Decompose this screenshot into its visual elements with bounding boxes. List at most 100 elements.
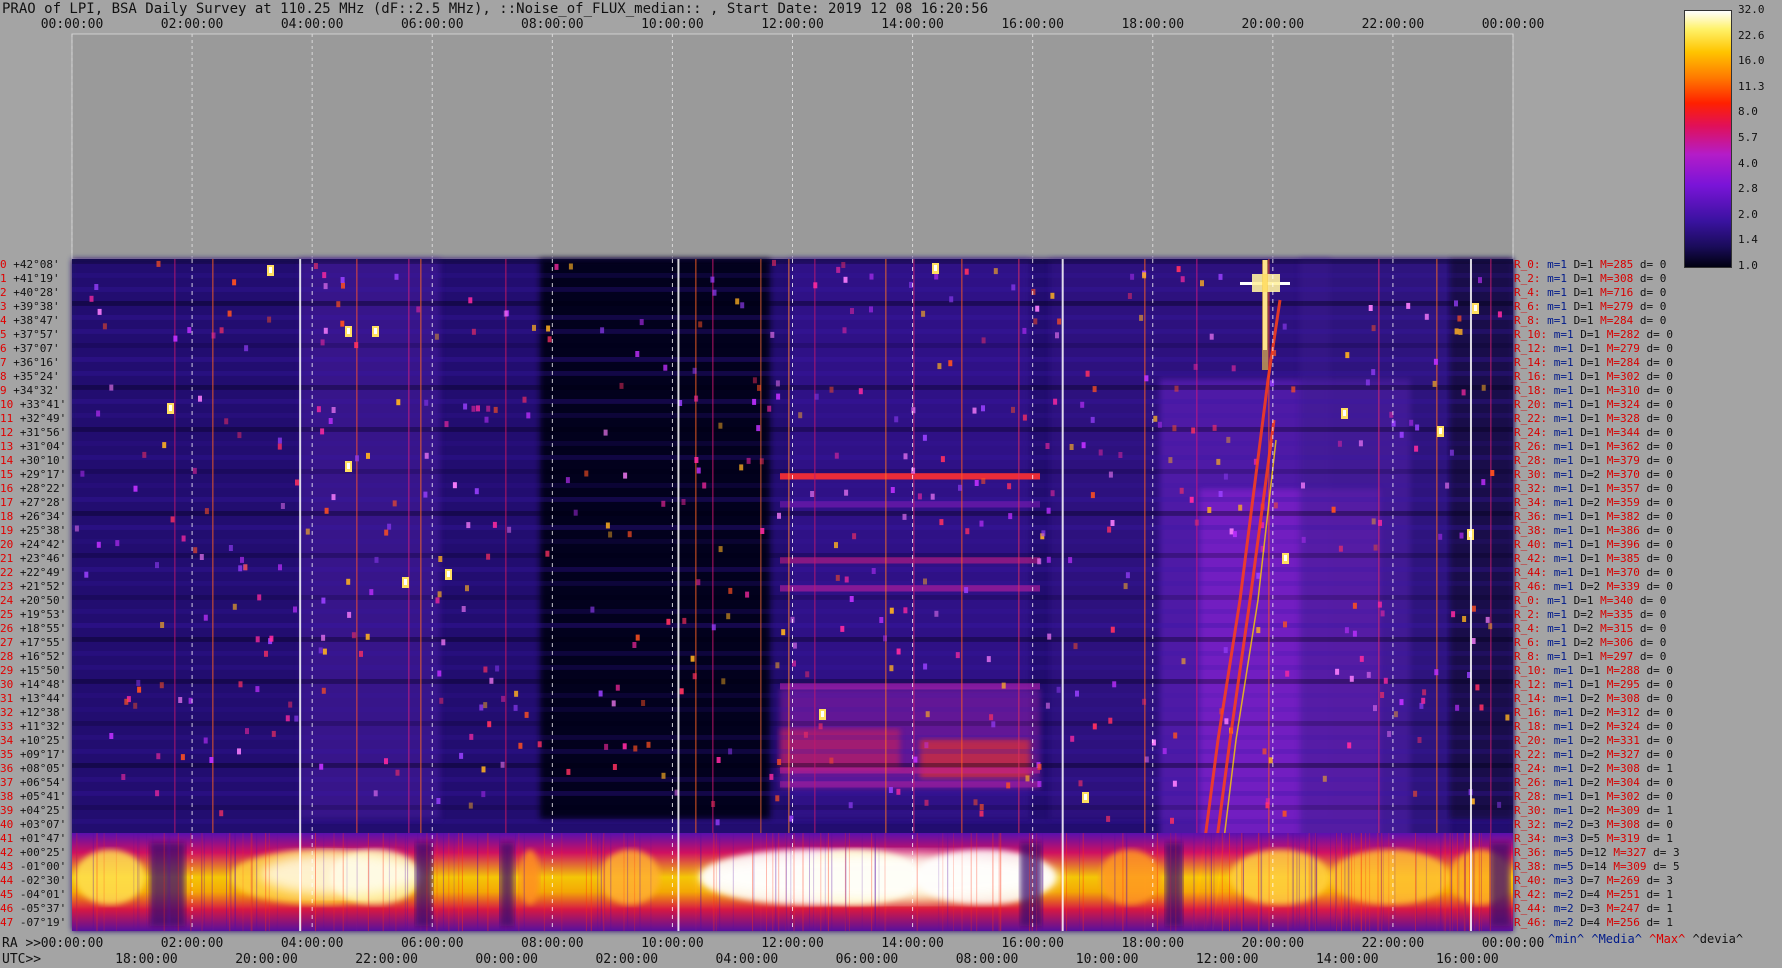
point-source [452, 482, 457, 489]
bright-source-core [821, 711, 824, 717]
dec-row-index: 12 [0, 426, 14, 439]
point-source [359, 650, 363, 657]
stats-row-label: R_30: [1514, 804, 1548, 817]
dec-label: 28 +16°52' [0, 650, 66, 664]
point-source [199, 554, 204, 560]
stats-row: R_22: m=1 D=1 M=328 d= 0 [1514, 412, 1673, 426]
band-texture [861, 833, 863, 931]
band-texture [1241, 833, 1243, 931]
point-source [1046, 556, 1051, 563]
point-source [1125, 572, 1130, 579]
band-texture [715, 833, 717, 931]
point-source [777, 759, 782, 765]
stats-median: D=2 [1573, 692, 1601, 705]
dec-row-index: 7 [0, 356, 7, 369]
dec-label: 46 -05°37' [0, 902, 66, 916]
stats-devia: d= 3 [1639, 874, 1673, 887]
band-texture [163, 833, 165, 931]
point-source [162, 442, 167, 449]
point-source [507, 526, 512, 533]
stats-median: D=1 [1573, 524, 1601, 537]
point-source [1110, 520, 1115, 526]
vertical-streak [1144, 259, 1146, 931]
point-source [387, 523, 392, 530]
point-source [187, 327, 192, 334]
point-source [1337, 440, 1342, 447]
bright-cross-tail [1262, 260, 1268, 370]
point-source [1055, 332, 1059, 339]
point-source [759, 458, 764, 465]
stats-median: D=2 [1573, 468, 1601, 481]
dec-row-index: 24 [0, 594, 14, 607]
point-source [979, 810, 984, 817]
stats-median: D=1 [1567, 594, 1594, 607]
point-source [869, 273, 874, 280]
band-texture [1261, 833, 1263, 931]
stats-max: M=716 [1593, 286, 1634, 299]
stats-row: R_46: m=1 D=2 M=339 d= 0 [1514, 580, 1673, 594]
stats-devia: d= 5 [1646, 860, 1680, 873]
dec-row-index: 31 [0, 692, 14, 705]
band-texture [356, 833, 358, 931]
point-source [702, 482, 707, 489]
point-source [341, 282, 345, 289]
stats-row: R_16: m=1 D=2 M=312 d= 0 [1514, 706, 1673, 720]
point-source [1359, 655, 1364, 662]
dec-row-index: 46 [0, 902, 14, 915]
point-source [696, 579, 701, 586]
stats-median: D=1 [1573, 454, 1601, 467]
dec-value: +16°52' [13, 650, 67, 663]
dec-value: +34°32' [6, 384, 60, 397]
point-source [1218, 273, 1223, 280]
stats-max: M=288 [1600, 664, 1640, 677]
stats-min: m=5 [1547, 860, 1574, 873]
band-texture [700, 833, 702, 931]
point-source [155, 562, 159, 569]
point-source [1458, 328, 1463, 335]
stats-median: D=2 [1567, 622, 1594, 635]
stats-row: R_20: m=1 D=1 M=324 d= 0 [1514, 398, 1673, 412]
point-source [1335, 668, 1340, 675]
stats-devia: d= 0 [1639, 580, 1673, 593]
dec-value: +17°55' [13, 636, 67, 649]
band-texture [604, 833, 606, 931]
stats-row-label: R_26: [1514, 440, 1548, 453]
band-texture [1193, 833, 1195, 931]
band-texture [845, 833, 847, 931]
point-source [479, 704, 484, 711]
utc-axis-tick: 18:00:00 [115, 952, 178, 967]
band-texture [448, 833, 450, 931]
band-texture [1360, 833, 1362, 931]
dec-value: +04°25' [13, 804, 67, 817]
stats-devia: d= 0 [1633, 650, 1667, 663]
point-source [1301, 482, 1305, 489]
point-source [829, 386, 834, 393]
point-source [760, 528, 765, 534]
point-source [1139, 314, 1144, 321]
point-source [1479, 704, 1484, 711]
point-source [316, 406, 321, 413]
dec-value: +13°44' [13, 692, 67, 705]
bright-source-core [934, 265, 937, 271]
band-texture [382, 833, 384, 931]
band-texture [1388, 833, 1390, 931]
stats-row: R_12: m=1 D=1 M=279 d= 0 [1514, 342, 1673, 356]
point-source [1069, 444, 1074, 450]
point-source [993, 268, 998, 275]
utc-axis-tick: 02:00:00 [595, 952, 659, 967]
stats-min: m=1 [1547, 370, 1574, 383]
stats-row-label: R_32: [1514, 818, 1548, 831]
utc-axis-tick: 20:00:00 [235, 952, 298, 967]
colorbar-tick: 4.0 [1738, 156, 1758, 170]
point-source [972, 407, 977, 414]
row-streak [780, 767, 1040, 774]
band-texture [1469, 833, 1470, 931]
point-source [965, 528, 970, 535]
band-texture [610, 833, 612, 931]
dec-label: 23 +21°52' [0, 580, 66, 594]
point-source [1505, 714, 1510, 721]
point-source [775, 795, 780, 802]
row-streak [780, 557, 1040, 564]
band-texture [1258, 833, 1260, 931]
band-texture [1242, 833, 1244, 931]
